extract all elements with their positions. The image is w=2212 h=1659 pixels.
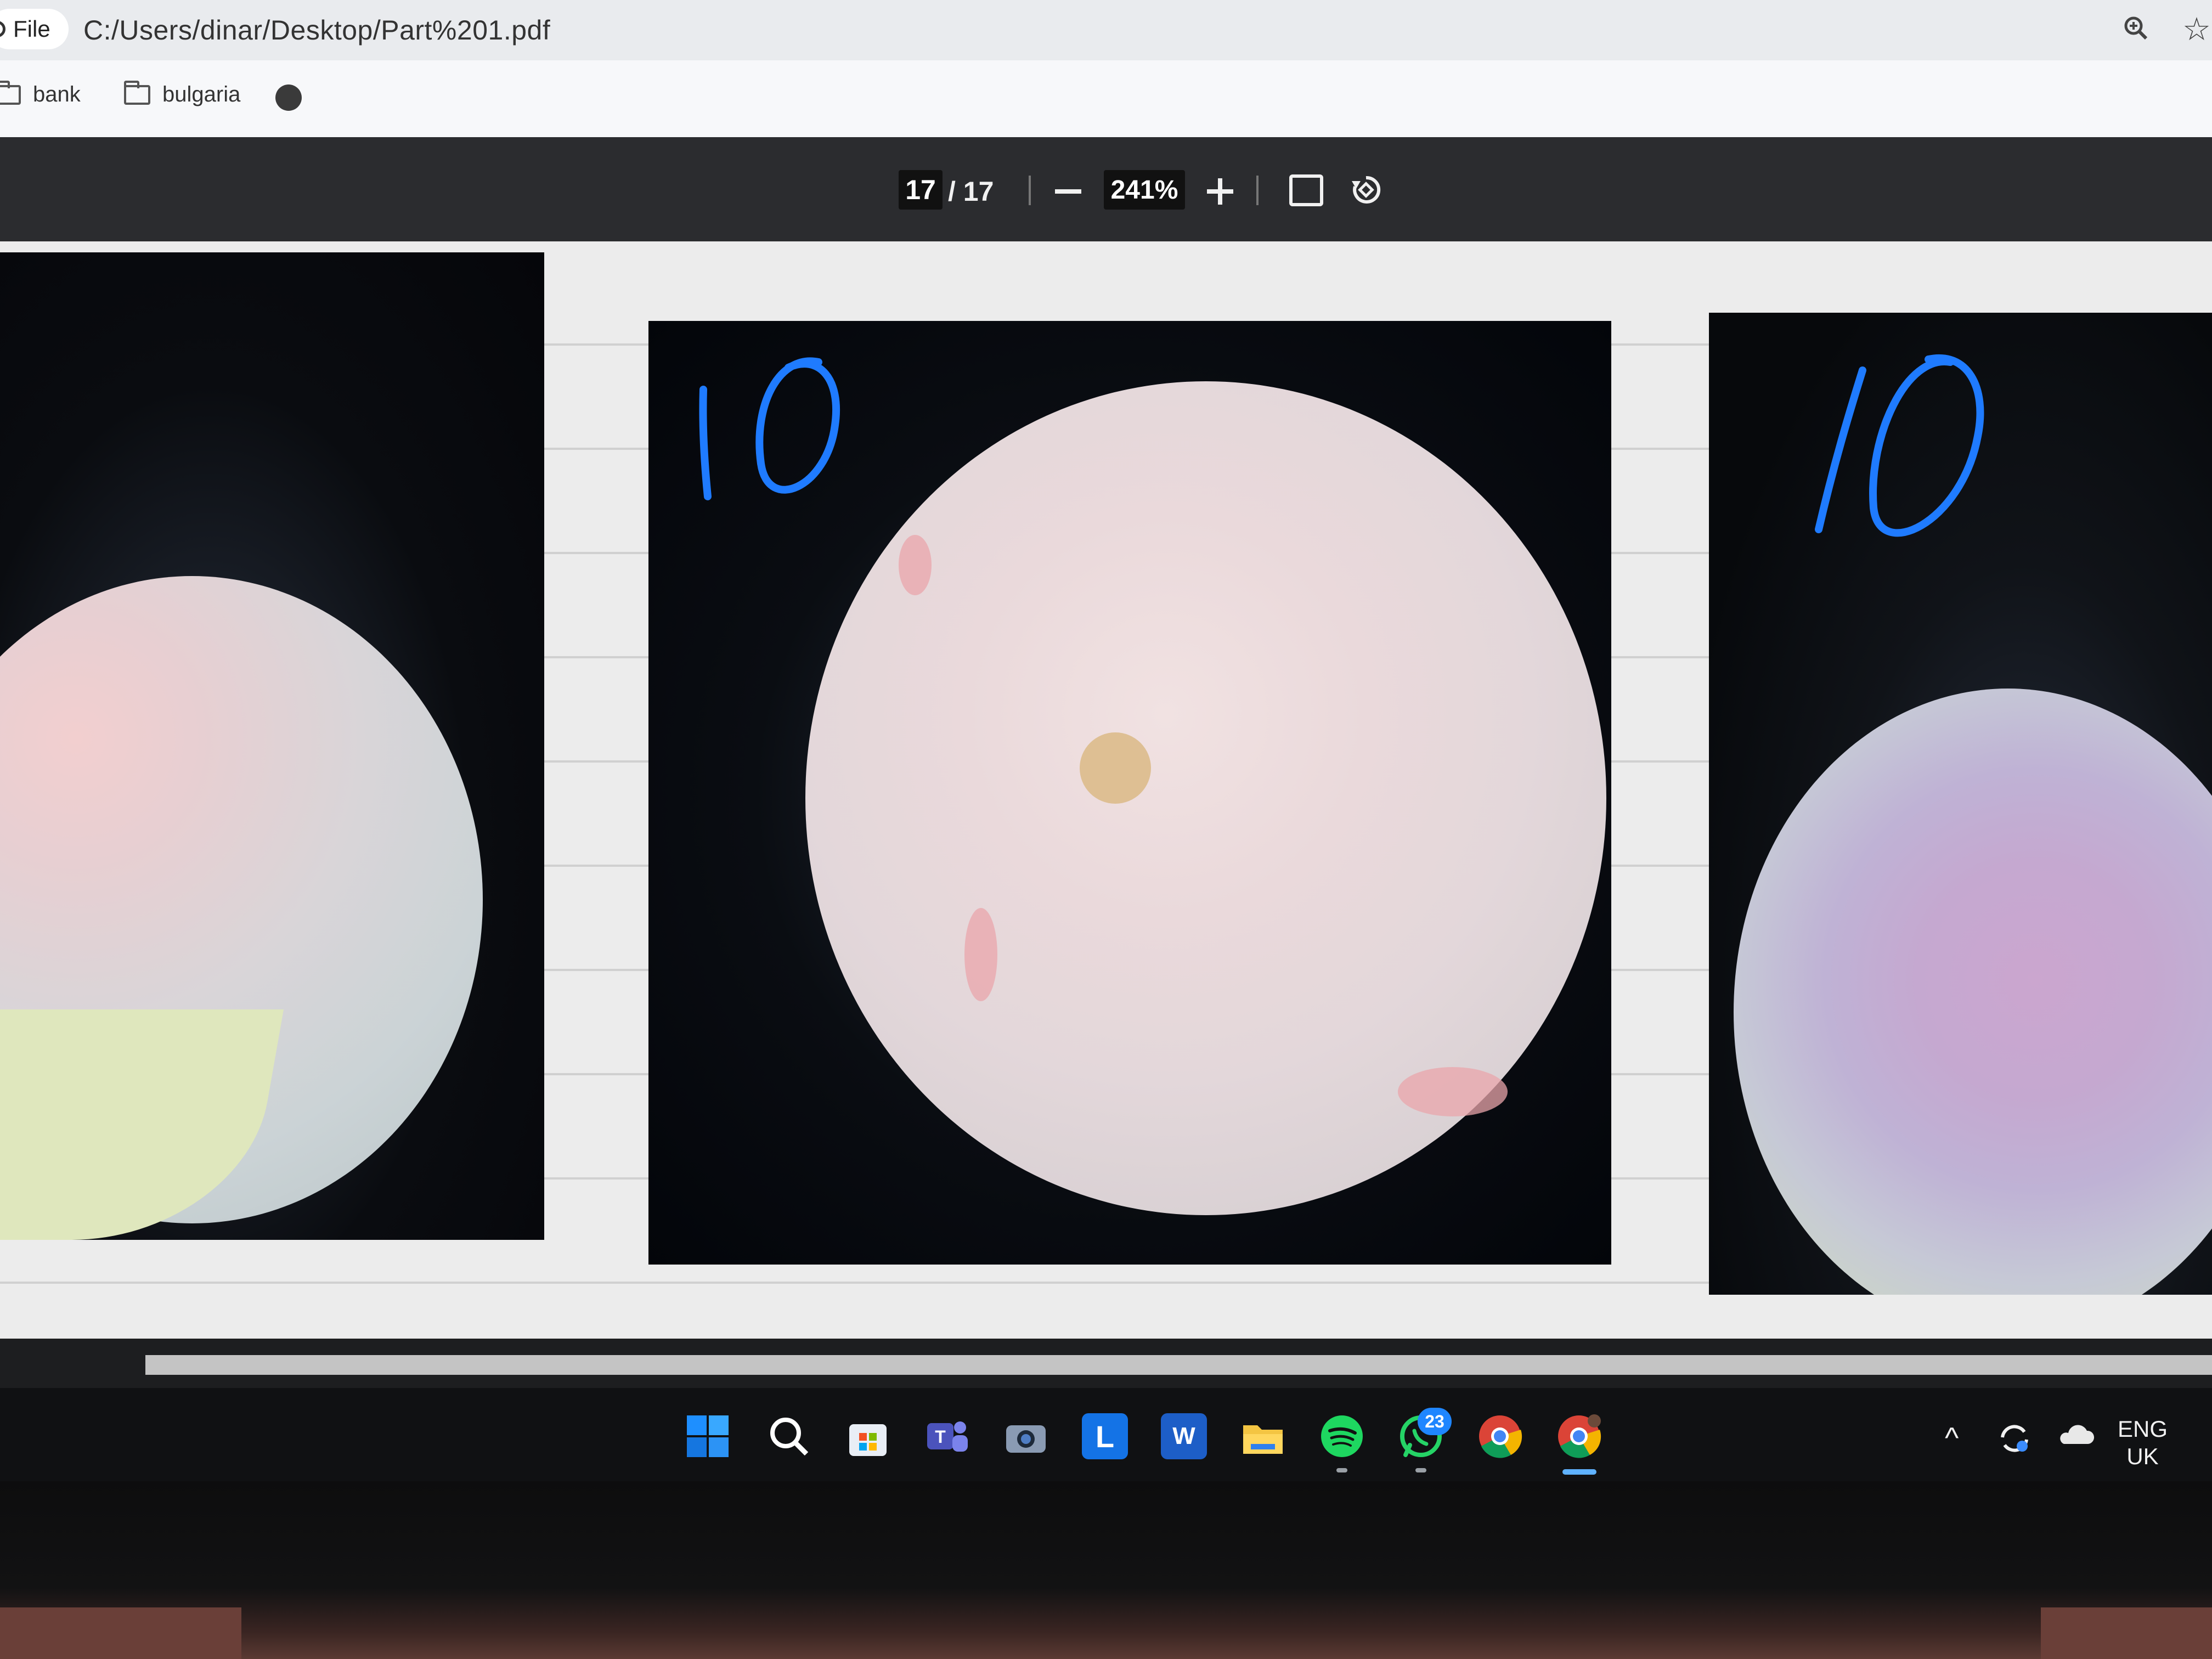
zoom-out-button[interactable] (1055, 189, 1081, 194)
tray-chevron-icon[interactable]: ^ (1945, 1421, 1959, 1455)
horizontal-scrollbar[interactable] (0, 1339, 2212, 1388)
tissue-spot (899, 535, 932, 595)
running-indicator (1336, 1468, 1347, 1472)
chrome-icon[interactable] (1477, 1413, 1523, 1459)
page-number-input[interactable]: 17 (899, 170, 943, 210)
microscope-field-right (1734, 689, 2212, 1295)
file-explorer-icon[interactable] (1240, 1413, 1286, 1459)
monitor-screen: File C:/Users/dinar/Desktop/Part%201.pdf… (0, 0, 2212, 1481)
camera-icon[interactable] (1003, 1413, 1049, 1459)
onedrive-icon[interactable] (2056, 1421, 2095, 1448)
tissue-spot (1398, 1067, 1508, 1116)
site-info-chip[interactable]: File (0, 9, 69, 49)
l-app-icon[interactable]: L (1082, 1413, 1128, 1459)
windows-taskbar: T L W 23 ^ ENG UK (0, 1388, 2212, 1481)
word-icon[interactable]: W (1161, 1413, 1207, 1459)
address-bar: File C:/Users/dinar/Desktop/Part%201.pdf… (0, 0, 2212, 60)
folder-icon (0, 80, 21, 105)
bookmark-bulgaria[interactable]: bulgaria (124, 80, 241, 107)
start-icon[interactable] (685, 1413, 731, 1459)
file-chip-label: File (13, 16, 50, 42)
bookmark-label: bank (33, 82, 81, 106)
monitor-bezel (0, 1481, 2212, 1659)
total-pages: / 17 (948, 176, 994, 207)
pdf-page-area[interactable] (0, 241, 2212, 1339)
language-indicator[interactable]: ENG UK (2118, 1415, 2168, 1470)
tissue-spot (964, 908, 997, 1001)
chrome-profile-icon[interactable] (1556, 1413, 1602, 1459)
zoom-in-button-vertical[interactable] (1218, 178, 1222, 205)
globe-icon[interactable] (275, 84, 302, 111)
svg-text:T: T (935, 1427, 946, 1447)
micrograph-right (1709, 313, 2212, 1295)
scrollbar-thumb[interactable] (145, 1355, 2212, 1375)
microscope-field-middle (805, 381, 1606, 1215)
tissue-spot (1080, 732, 1151, 804)
micrograph-middle (648, 321, 1611, 1265)
bookmarks-bar: bank bulgaria (0, 60, 2212, 138)
info-icon (0, 21, 5, 37)
language-code: ENG (2118, 1416, 2168, 1442)
language-region: UK (2126, 1443, 2159, 1469)
store-icon[interactable] (845, 1413, 891, 1459)
fit-to-page-icon[interactable] (1289, 174, 1323, 206)
desk-surface-right (2041, 1607, 2212, 1659)
search-icon[interactable] (766, 1413, 812, 1459)
bookmark-label: bulgaria (162, 82, 241, 106)
running-indicator (1415, 1468, 1426, 1472)
pdf-toolbar: 17 / 17 241% (0, 137, 2212, 241)
sync-icon[interactable] (1997, 1421, 2032, 1456)
active-window-indicator (1562, 1469, 1596, 1475)
bookmark-bank[interactable]: bank (0, 80, 81, 107)
spotify-icon[interactable] (1319, 1413, 1365, 1459)
star-icon[interactable]: ☆ (2182, 13, 2212, 46)
url-text[interactable]: C:/Users/dinar/Desktop/Part%201.pdf (83, 14, 550, 46)
zoom-level-input[interactable]: 241% (1104, 170, 1185, 210)
handwritten-label (1815, 354, 1984, 537)
handwritten-label (699, 357, 840, 500)
toolbar-divider (1029, 176, 1031, 205)
desk-surface-left (0, 1607, 241, 1659)
toolbar-divider (1256, 176, 1259, 205)
folder-icon (124, 80, 150, 105)
teams-icon[interactable]: T (924, 1413, 970, 1459)
zoom-icon[interactable] (2123, 15, 2148, 41)
notification-badge: 23 (1418, 1408, 1452, 1435)
micrograph-left (0, 252, 544, 1240)
rotate-icon[interactable] (1350, 173, 1383, 206)
